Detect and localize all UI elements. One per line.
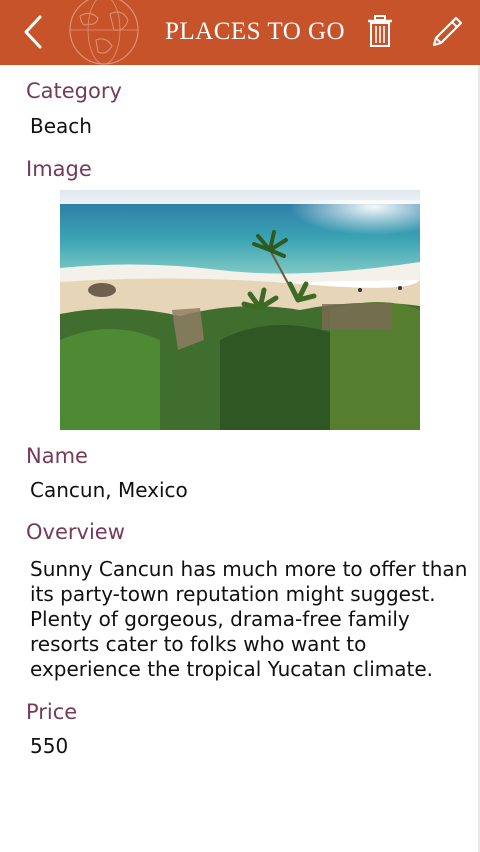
- app-header: PLACES TO GO: [0, 0, 480, 65]
- name-value: Cancun, Mexico: [30, 478, 188, 502]
- price-value: 550: [30, 734, 69, 758]
- page-title: PLACES TO GO: [165, 18, 346, 45]
- overview-value: Sunny Cancun has much more to offer than…: [30, 557, 468, 681]
- beach-photo: [60, 190, 420, 430]
- category-value: Beach: [30, 114, 92, 138]
- category-label: Category: [26, 79, 122, 103]
- price-label: Price: [26, 700, 78, 724]
- back-chevron-icon[interactable]: [18, 12, 50, 52]
- image-label: Image: [26, 157, 92, 181]
- trash-icon[interactable]: [366, 15, 394, 47]
- name-label: Name: [26, 444, 88, 468]
- globe-icon: [69, 0, 139, 65]
- pencil-icon[interactable]: [430, 15, 464, 49]
- overview-label: Overview: [26, 520, 125, 544]
